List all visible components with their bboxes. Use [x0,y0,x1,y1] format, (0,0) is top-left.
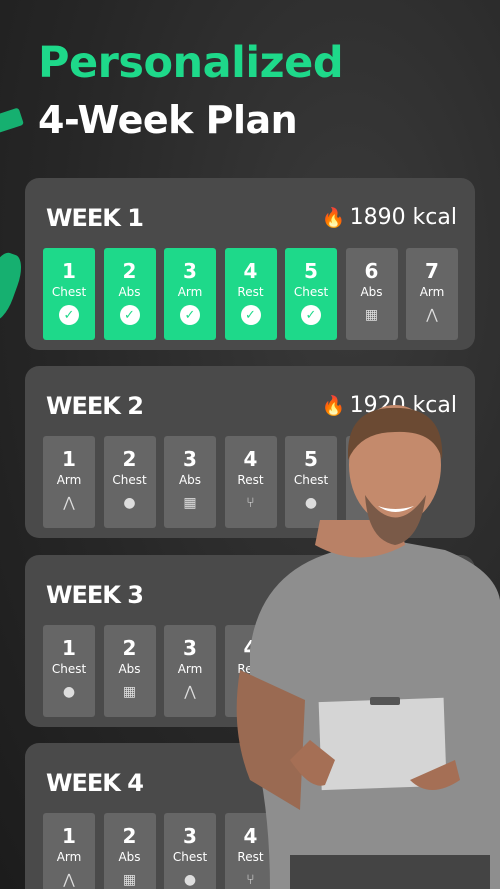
chest-body-icon: ● [183,872,197,888]
week-title: WEEK 3 [46,581,144,609]
day-tile[interactable]: 2 Abs ▦ [103,625,156,717]
abs-body-icon: ▦ [122,872,137,888]
day-number: 2 [122,447,137,471]
day-tile[interactable]: 3 Chest ● [164,813,216,889]
arm-body-icon: ⋀ [63,872,75,888]
check-icon: ✓ [180,305,200,325]
check-icon: ✓ [240,305,261,325]
day-label: Arm [56,473,82,487]
day-number: 5 [304,259,318,283]
day-number: 3 [183,824,197,848]
day-number: 2 [122,259,137,283]
day-tile[interactable]: 1 Arm ⋀ [43,436,95,528]
week-title: WEEK 1 [46,204,144,232]
day-number: 4 [243,259,258,283]
week-card[interactable]: WEEK 1 🔥 1890 kcal 1 Chest ✓ 2 Abs ✓ 3 Arm… [25,178,475,350]
day-tile[interactable]: 4 Rest ✓ [224,248,277,340]
day-number: 1 [62,636,76,660]
day-label: Chest [51,662,87,676]
title-personalized: Personalized [38,38,344,88]
day-label: Abs [118,662,141,676]
day-label: Abs [118,285,141,299]
green-brush-stroke [0,248,28,326]
day-list: 1 Chest ✓ 2 Abs ✓ 3 Arm ✓ 4 Rest ✓ 5 Che… [43,248,458,340]
trainer-photo [236,405,500,889]
arm-body-icon: ⋀ [426,307,438,323]
day-tile[interactable]: 2 Abs ▦ [103,813,156,889]
day-tile[interactable]: 1 Chest ✓ [43,248,95,340]
abs-body-icon: ▦ [122,684,137,700]
day-label: Abs [178,473,202,487]
day-tile[interactable]: 3 Abs ▦ [164,436,216,528]
check-icon: ✓ [119,305,140,325]
day-label: Chest [112,473,147,487]
week-title: WEEK 2 [46,392,144,420]
day-label: Abs [360,285,383,299]
day-number: 1 [62,259,76,283]
day-number: 1 [62,824,76,848]
day-number: 7 [425,259,439,283]
day-number: 6 [364,259,379,283]
day-number: 2 [122,824,137,848]
check-icon: ✓ [301,305,321,325]
day-tile[interactable]: 3 Arm ✓ [164,248,216,340]
day-tile[interactable]: 3 Arm ⋀ [164,625,216,717]
day-tile[interactable]: 6 Abs ▦ [345,248,398,340]
chest-body-icon: ● [123,495,136,511]
day-tile[interactable]: 7 Arm ⋀ [406,248,458,340]
day-label: Arm [56,850,82,864]
day-number: 1 [62,447,76,471]
day-tile[interactable]: 1 Arm ⋀ [43,813,95,889]
abs-body-icon: ▦ [364,307,379,323]
title-plan: 4-Week Plan [38,98,298,142]
day-number: 3 [183,636,197,660]
arm-body-icon: ⋀ [63,495,75,511]
flame-icon: 🔥 [321,207,346,229]
week-title: WEEK 4 [46,769,144,797]
day-number: 2 [122,636,137,660]
day-tile[interactable]: 1 Chest ● [43,625,95,717]
chest-body-icon: ● [62,684,76,700]
day-tile[interactable]: 2 Abs ✓ [103,248,156,340]
day-label: Chest [51,285,87,299]
abs-body-icon: ▦ [183,495,197,511]
calorie-total: 🔥 1890 kcal [322,205,457,230]
day-label: Arm [177,662,203,676]
day-label: Arm [177,285,203,299]
day-tile[interactable]: 2 Chest ● [103,436,156,528]
day-label: Chest [172,850,208,864]
day-number: 3 [183,259,197,283]
day-tile[interactable]: 5 Chest ✓ [285,248,337,340]
day-number: 3 [183,447,197,471]
day-label: Abs [118,850,141,864]
arm-body-icon: ⋀ [184,684,196,700]
green-brush-stroke [0,107,24,135]
day-label: Arm [419,285,445,299]
day-label: Chest [293,285,329,299]
check-icon: ✓ [59,305,79,325]
kcal-value: 1890 kcal [349,205,457,230]
day-label: Rest [237,285,264,299]
